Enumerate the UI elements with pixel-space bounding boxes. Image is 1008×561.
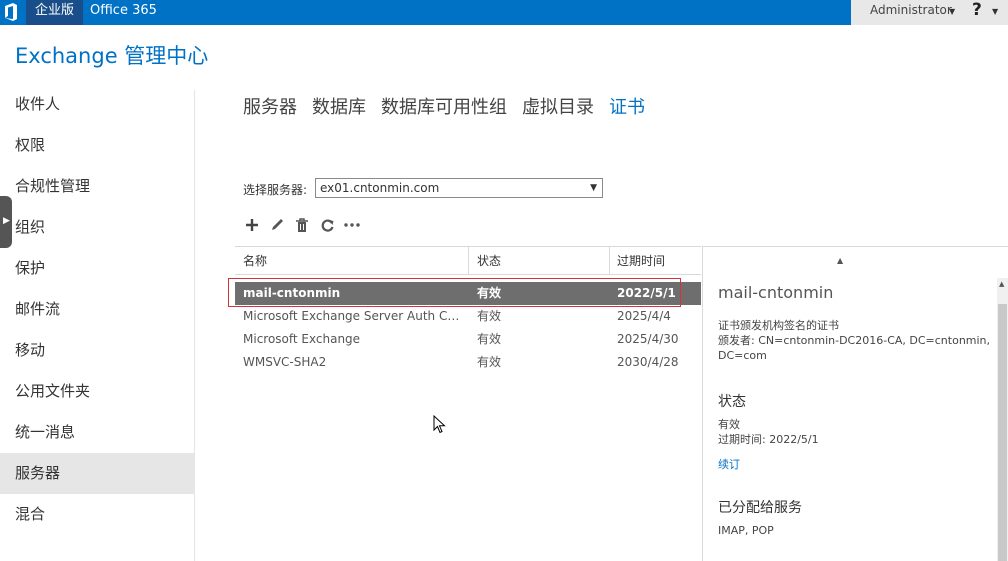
- nav-item-protection[interactable]: 保护: [0, 248, 194, 289]
- tab-bar: 服务器 数据库 数据库可用性组 虚拟目录 证书: [243, 93, 645, 119]
- scrollbar-thumb[interactable]: [998, 304, 1007, 561]
- details-pane-divider: [702, 246, 703, 561]
- nav-item-organization[interactable]: 组织: [0, 207, 194, 248]
- server-select-value: ex01.cntonmin.com: [320, 181, 440, 195]
- nav-item-recipients[interactable]: 收件人: [0, 84, 194, 125]
- details-pane-border: [702, 246, 1008, 247]
- cell-status: 有效: [477, 355, 502, 369]
- table-row[interactable]: Microsoft Exchange 有效 2025/4/30: [235, 328, 701, 351]
- nav-item-unified-messaging[interactable]: 统一消息: [0, 412, 194, 453]
- tab-dag[interactable]: 数据库可用性组: [381, 93, 507, 119]
- more-icon[interactable]: [343, 214, 361, 236]
- server-select[interactable]: ex01.cntonmin.com ▼: [315, 178, 603, 198]
- tab-certificates[interactable]: 证书: [609, 93, 645, 119]
- column-header-expiry[interactable]: 过期时间: [617, 247, 665, 275]
- server-select-label: 选择服务器:: [243, 183, 308, 197]
- details-status-value: 有效: [718, 418, 740, 431]
- details-expiry: 过期时间: 2022/5/1: [718, 433, 819, 446]
- cell-expiry: 2030/4/28: [617, 355, 679, 369]
- details-services-heading: 已分配给服务: [718, 500, 802, 516]
- column-header-name[interactable]: 名称: [243, 247, 267, 275]
- delete-icon[interactable]: [293, 214, 311, 236]
- nav-item-servers[interactable]: 服务器: [0, 453, 194, 494]
- side-panel-toggle[interactable]: ▶: [0, 196, 12, 248]
- refresh-icon[interactable]: [318, 214, 336, 236]
- nav-item-mobile[interactable]: 移动: [0, 330, 194, 371]
- user-area: Administrator ▼ ? ▼: [851, 0, 1008, 25]
- details-issuer-line2: DC=com: [718, 349, 767, 362]
- table-row[interactable]: Microsoft Exchange Server Auth Certific.…: [235, 305, 701, 328]
- office-logo-icon[interactable]: [4, 3, 18, 21]
- scroll-up-icon[interactable]: ▲: [999, 280, 1004, 288]
- top-bar: 企业版 Office 365 Administrator ▼ ? ▼: [0, 0, 1008, 25]
- tab-virtual-directories[interactable]: 虚拟目录: [522, 93, 594, 119]
- cell-name: Microsoft Exchange Server Auth Certific.…: [243, 309, 465, 323]
- nav-item-hybrid[interactable]: 混合: [0, 494, 194, 535]
- column-divider: [468, 247, 469, 275]
- details-services-value: IMAP, POP: [718, 524, 774, 537]
- chevron-down-icon[interactable]: ▼: [992, 7, 998, 16]
- table-row[interactable]: WMSVC-SHA2 有效 2030/4/28: [235, 351, 701, 374]
- mouse-cursor-icon: [433, 415, 446, 434]
- help-icon[interactable]: ?: [972, 0, 982, 20]
- expand-arrow-icon: ▶: [3, 216, 10, 226]
- chevron-down-icon[interactable]: ▼: [949, 7, 955, 16]
- column-divider: [609, 247, 610, 275]
- column-header-status[interactable]: 状态 ▲: [477, 247, 843, 275]
- nav-divider: [194, 90, 195, 561]
- cell-name: Microsoft Exchange: [243, 332, 361, 346]
- details-issuer-heading: 证书颁发机构签名的证书: [718, 319, 839, 332]
- cell-expiry: 2025/4/30: [617, 332, 679, 346]
- sort-ascending-icon: ▲: [837, 256, 844, 265]
- nav-item-permissions[interactable]: 权限: [0, 125, 194, 166]
- details-title: mail-cntonmin: [718, 283, 834, 302]
- details-status-heading: 状态: [718, 394, 746, 410]
- highlight-annotation: [228, 278, 681, 307]
- cell-status: 有效: [477, 309, 502, 323]
- table-header: 名称 状态 ▲ 过期时间: [235, 246, 843, 275]
- cell-expiry: 2025/4/4: [617, 309, 671, 323]
- edit-icon[interactable]: [268, 214, 286, 236]
- office365-link[interactable]: Office 365: [90, 0, 157, 22]
- toolbar: [243, 214, 361, 236]
- user-menu[interactable]: Administrator: [870, 3, 952, 17]
- nav-item-compliance[interactable]: 合规性管理: [0, 166, 194, 207]
- tab-databases[interactable]: 数据库: [312, 93, 366, 119]
- details-scrollbar[interactable]: ▲: [997, 278, 1008, 561]
- nav-item-public-folders[interactable]: 公用文件夹: [0, 371, 194, 412]
- details-issuer-line1: 颁发者: CN=cntonmin-DC2016-CA, DC=cntonmin,: [718, 334, 991, 347]
- edition-label[interactable]: 企业版: [26, 0, 84, 25]
- column-header-status-label: 状态: [477, 254, 502, 268]
- dropdown-arrow-icon: ▼: [590, 183, 597, 193]
- page-title: Exchange 管理中心: [15, 44, 209, 68]
- left-nav: 收件人 权限 合规性管理 组织 保护 邮件流 移动 公用文件夹 统一消息 服务器…: [0, 84, 194, 535]
- add-icon[interactable]: [243, 214, 261, 236]
- nav-item-mail-flow[interactable]: 邮件流: [0, 289, 194, 330]
- cell-name: WMSVC-SHA2: [243, 355, 327, 369]
- cell-status: 有效: [477, 332, 502, 346]
- renew-link[interactable]: 续订: [718, 456, 740, 472]
- tab-servers[interactable]: 服务器: [243, 93, 297, 119]
